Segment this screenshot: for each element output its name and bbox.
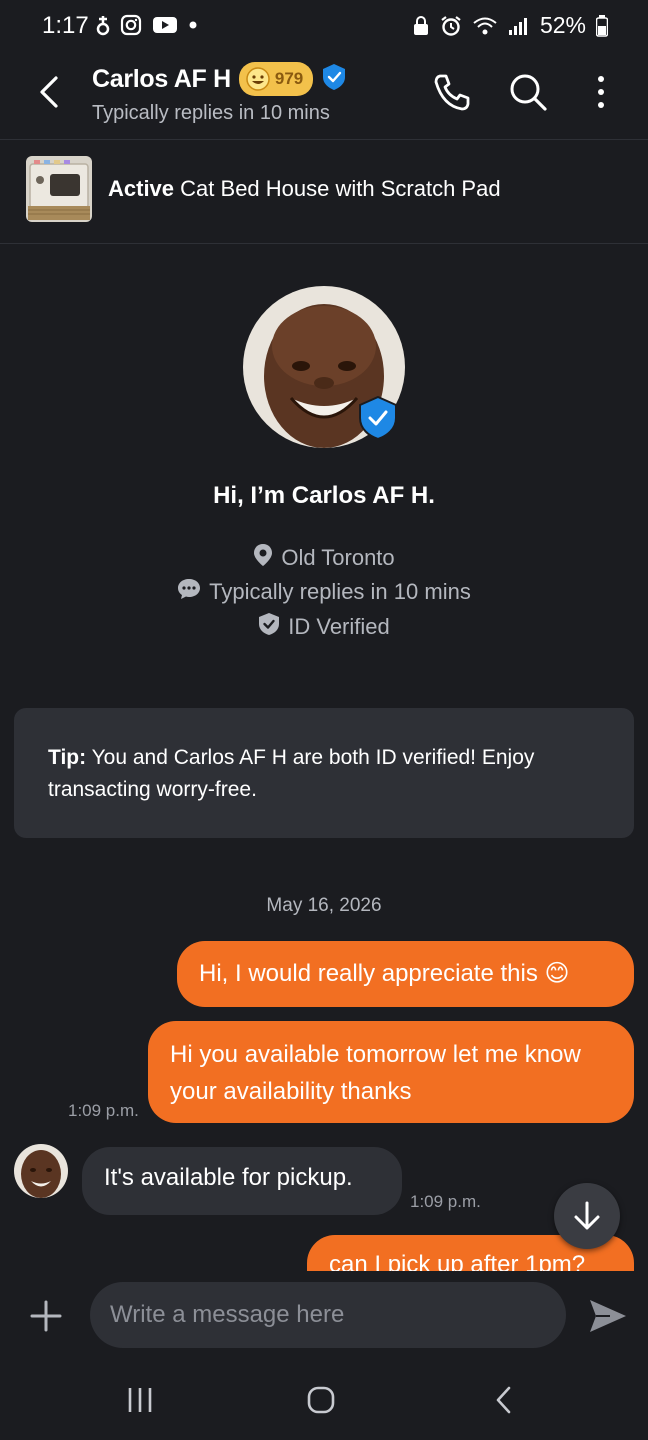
youtube-icon (152, 15, 178, 35)
search-icon (510, 74, 547, 111)
listing-name: Cat Bed House with Scratch Pad (180, 176, 501, 201)
chat-bubble-icon (177, 578, 201, 606)
recents-button[interactable] (110, 1378, 170, 1422)
chat-header: Carlos AF H 979 Typically replies in 10 … (0, 56, 648, 140)
attach-button[interactable] (24, 1294, 68, 1338)
tip-text: You and Carlos AF H are both ID verified… (48, 746, 535, 801)
avatar-verified-badge (358, 395, 398, 441)
date-separator: May 16, 2026 (266, 895, 382, 916)
smiley-icon (246, 67, 270, 91)
tip-card: Tip: You and Carlos AF H are both ID ver… (14, 708, 634, 838)
tip-label: Tip: (48, 746, 87, 769)
karma-badge[interactable]: 979 (238, 62, 314, 96)
profile-location-row: Old Toronto (0, 543, 648, 573)
message-composer (0, 1272, 648, 1362)
dot-icon (188, 20, 198, 30)
outgoing-message[interactable]: Hi you available tomorrow let me know yo… (148, 1021, 634, 1123)
status-time: 1:17 (42, 12, 89, 39)
profile-verified-row: ID Verified (0, 612, 648, 642)
profile-location: Old Toronto (281, 545, 395, 570)
lock-icon (412, 15, 430, 36)
chat-screen: 1:17 52% Carlos AF H 979 Typically repli… (0, 0, 648, 1440)
plus-icon (30, 1300, 62, 1332)
recents-icon (128, 1388, 152, 1412)
kebab-menu-icon (598, 76, 604, 108)
instagram-icon (120, 14, 142, 36)
listing-title: Active Cat Bed House with Scratch Pad (108, 176, 501, 202)
location-pin-icon (253, 543, 273, 573)
send-button[interactable] (586, 1296, 630, 1336)
verified-icon (321, 63, 347, 96)
phone-icon (434, 74, 470, 111)
karma-score: 979 (274, 69, 304, 88)
arrow-down-icon (574, 1201, 600, 1230)
nav-back-icon (496, 1386, 511, 1414)
outgoing-message[interactable]: Hi, I would really appreciate this 😊 (177, 941, 634, 1007)
message-timestamp: 1:09 p.m. (68, 1101, 139, 1120)
listing-banner[interactable]: Active Cat Bed House with Scratch Pad (0, 140, 648, 244)
signal-icon (508, 16, 530, 36)
alarm-icon (440, 15, 462, 37)
profile-verified: ID Verified (288, 614, 390, 639)
send-icon (590, 1300, 626, 1332)
status-bar: 1:17 52% (0, 0, 648, 56)
call-button[interactable] (430, 70, 474, 114)
profile-replies: Typically replies in 10 mins (209, 579, 471, 604)
profile-replies-row: Typically replies in 10 mins (0, 578, 648, 606)
contact-name: Carlos AF H (92, 64, 231, 93)
scroll-to-bottom-button[interactable] (554, 1183, 620, 1249)
message-timestamp: 1:09 p.m. (410, 1192, 481, 1211)
sender-avatar[interactable] (14, 1144, 68, 1198)
more-options-button[interactable] (579, 70, 623, 114)
header-subtitle: Typically replies in 10 mins (92, 102, 330, 124)
battery-icon (596, 14, 608, 37)
header-title-group[interactable]: Carlos AF H 979 Typically replies in 10 … (92, 62, 347, 125)
shield-check-icon (258, 612, 280, 642)
system-nav-bar (0, 1362, 648, 1440)
chevron-left-icon (40, 76, 58, 108)
listing-thumbnail (26, 156, 92, 222)
listing-status: Active (108, 176, 175, 201)
notification-icon (96, 14, 110, 36)
search-button[interactable] (506, 70, 550, 114)
incoming-message[interactable]: It's available for pickup. (82, 1147, 402, 1215)
wifi-icon (472, 16, 498, 36)
home-icon (307, 1386, 335, 1414)
home-button[interactable] (291, 1378, 351, 1422)
battery-level: 52% (539, 12, 586, 38)
message-input[interactable] (90, 1282, 566, 1348)
back-button[interactable] (28, 70, 72, 114)
profile-greeting: Hi, I’m Carlos AF H. (213, 482, 435, 509)
nav-back-button[interactable] (474, 1378, 534, 1422)
